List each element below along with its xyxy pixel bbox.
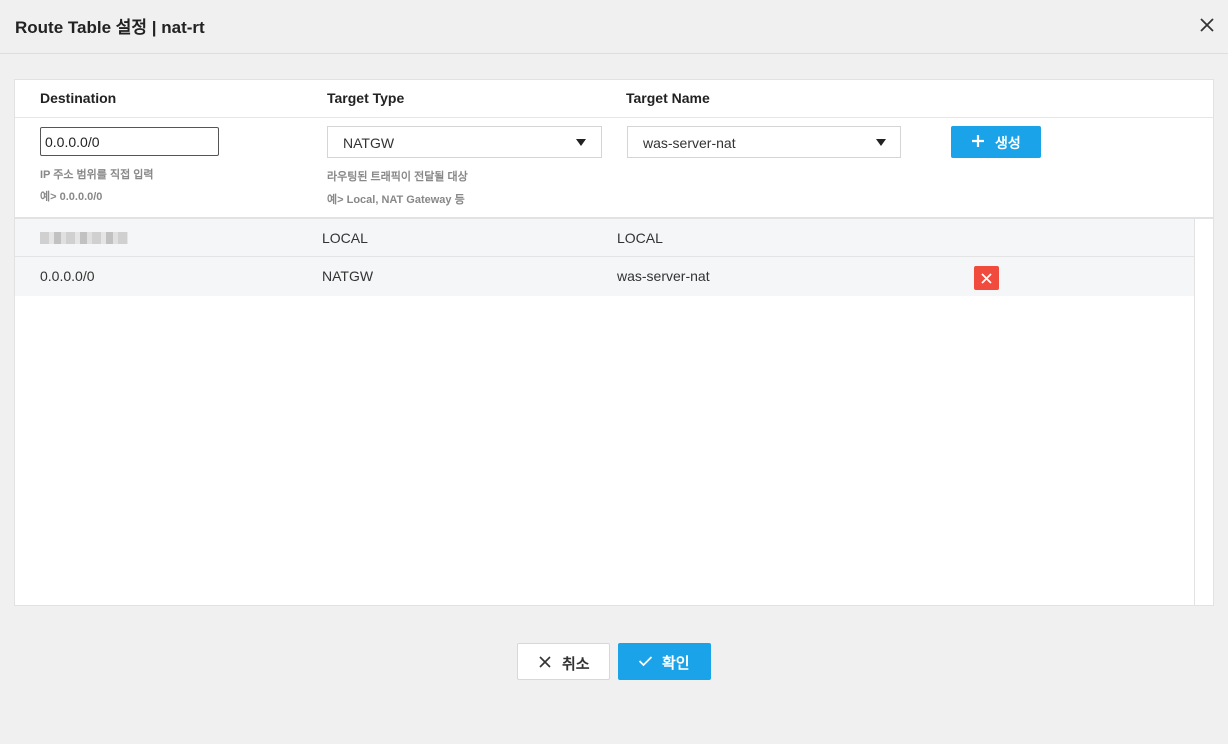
- destination-input[interactable]: [40, 127, 219, 156]
- destination-example-text: 예> 0.0.0.0/0: [40, 191, 103, 203]
- plus-icon: [972, 135, 984, 147]
- target-type-example-text: 예> Local, NAT Gateway 등: [327, 194, 465, 206]
- close-icon[interactable]: [1197, 15, 1217, 35]
- close-icon: [539, 656, 551, 668]
- row-destination: 0.0.0.0/0: [40, 268, 95, 284]
- row-target-name: LOCAL: [617, 230, 663, 246]
- caret-down-icon: [576, 139, 586, 146]
- route-table-panel: Destination Target Type Target Name IP 주…: [14, 79, 1214, 606]
- check-icon: [638, 656, 653, 667]
- target-name-selected-value: was-server-nat: [643, 135, 736, 151]
- create-route-button[interactable]: 생성: [951, 126, 1041, 158]
- dialog-header: Route Table 설정 | nat-rt: [0, 0, 1228, 54]
- table-row: 0.0.0.0/0 NATGW was-server-nat: [15, 257, 1194, 296]
- row-target-type: NATGW: [322, 268, 374, 284]
- header-divider: [15, 117, 1213, 118]
- row-target-name: was-server-nat: [617, 268, 710, 284]
- target-type-help-text: 라우팅된 트래픽이 전달될 대상: [327, 171, 468, 183]
- delete-icon: [981, 273, 992, 284]
- column-header-target-type: Target Type: [327, 90, 405, 106]
- table-scrollbar[interactable]: [1194, 219, 1213, 605]
- target-type-select[interactable]: NATGW: [327, 126, 602, 158]
- confirm-label: 확인: [662, 655, 690, 672]
- row-target-type: LOCAL: [322, 230, 368, 246]
- column-header-destination: Destination: [40, 90, 117, 106]
- cancel-button[interactable]: 취소: [517, 643, 610, 680]
- confirm-button[interactable]: 확인: [618, 643, 711, 680]
- cancel-label: 취소: [562, 656, 590, 673]
- destination-help-text: IP 주소 범위를 직접 입력: [40, 169, 154, 181]
- redacted-destination: [40, 232, 128, 244]
- delete-route-button[interactable]: [974, 266, 999, 290]
- table-row: LOCAL LOCAL: [15, 219, 1194, 258]
- dialog-title: Route Table 설정 | nat-rt: [15, 18, 205, 37]
- caret-down-icon: [876, 139, 886, 146]
- target-name-select[interactable]: was-server-nat: [627, 126, 901, 158]
- column-header-target-name: Target Name: [626, 90, 710, 106]
- target-type-selected-value: NATGW: [343, 135, 395, 151]
- create-route-label: 생성: [995, 135, 1021, 151]
